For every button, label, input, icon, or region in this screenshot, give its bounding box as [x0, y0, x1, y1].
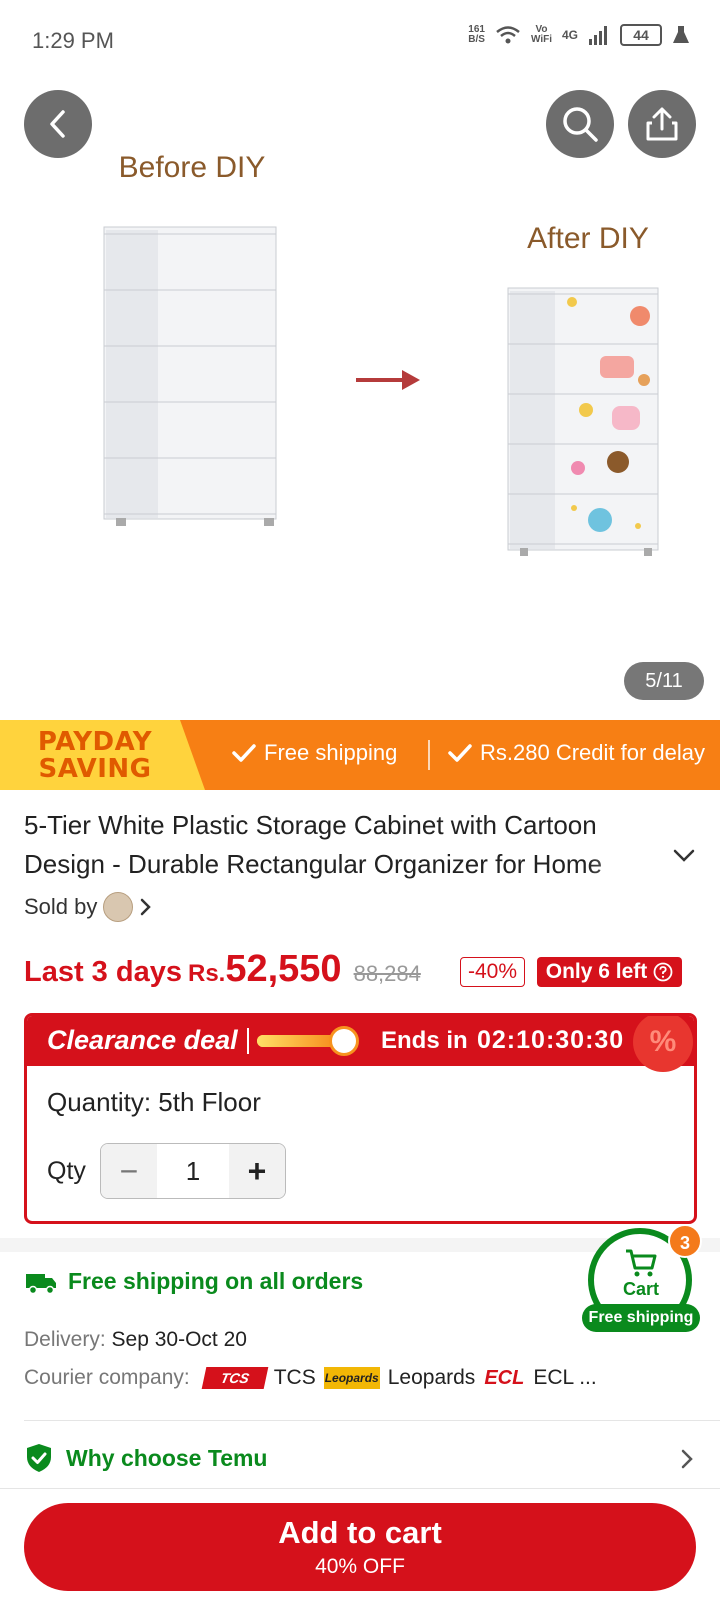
free-shipping-row[interactable]: Free shipping on all orders: [24, 1268, 363, 1295]
promo-free-shipping: Free shipping: [232, 740, 397, 766]
product-title[interactable]: 5-Tier White Plastic Storage Cabinet wit…: [24, 806, 664, 884]
cart-free-shipping-pill: Free shipping: [582, 1304, 700, 1332]
ecl-logo: ECL: [484, 1367, 525, 1389]
truck-icon: [26, 1273, 56, 1294]
product-image-gallery[interactable]: Before DIY After DIY: [0, 80, 720, 720]
floating-cart-button[interactable]: Cart Free shipping 3: [582, 1224, 702, 1338]
payday-saving-title: PAYDAY SAVING: [37, 727, 153, 784]
share-icon: [646, 107, 678, 141]
status-time: 1:29 PM: [32, 28, 114, 53]
price-prefix: Last 3 days: [24, 956, 182, 988]
search-button[interactable]: [546, 90, 614, 158]
deal-progress-fill: [257, 1035, 338, 1047]
deal-countdown: 02:10:30:30: [477, 1026, 625, 1054]
promo-banner[interactable]: PAYDAY SAVING Free shipping Rs.280 Credi…: [0, 720, 720, 790]
promo-credit: Rs.280 Credit for delay: [448, 740, 705, 766]
delivery-row: Delivery: Sep 30-Oct 20: [24, 1328, 247, 1351]
cart-count-badge: 3: [668, 1224, 702, 1258]
price-currency: Rs.: [187, 960, 226, 987]
check-icon: [448, 744, 472, 762]
leopards-logo: Leopards: [323, 1367, 380, 1389]
percent-icon: %: [633, 1016, 693, 1072]
divider: [0, 1488, 720, 1489]
discount-badge: -40%: [460, 957, 525, 987]
search-icon: [563, 107, 598, 142]
clock-icon: [329, 1026, 359, 1056]
clearance-deal-header: Clearance deal Ends in 02:10:30:30 %: [27, 1016, 694, 1072]
shield-check-icon: [27, 1444, 51, 1472]
chevron-down-icon[interactable]: [672, 848, 696, 864]
status-bar: 1:29 PM 161 B/S Vo WiFi 4G 44: [0, 0, 720, 80]
add-to-cart-button[interactable]: Add to cart 40% OFF: [24, 1503, 696, 1591]
tcs-logo: TCS: [201, 1367, 269, 1389]
share-button[interactable]: [628, 90, 696, 158]
cabinet-after: [507, 287, 659, 556]
signal-icon: [589, 26, 607, 45]
deal-divider: [247, 1028, 249, 1054]
network-type: 4G: [561, 28, 578, 42]
before-diy-label: Before DIY: [119, 151, 266, 184]
question-icon: [653, 962, 673, 982]
wifi-icon: [496, 26, 520, 44]
store-avatar[interactable]: [103, 892, 134, 922]
back-icon: [50, 110, 65, 138]
vowifi-indicator: Vo WiFi: [530, 24, 552, 45]
back-button[interactable]: [24, 90, 92, 158]
status-icons: 161 B/S Vo WiFi 4G 44: [468, 24, 690, 46]
add-to-cart-label: Add to cart: [278, 1515, 442, 1550]
original-price: 88,284: [353, 961, 421, 986]
courier-name: TCS: [273, 1366, 316, 1389]
courier-row[interactable]: Courier company: TCS TCS Leopards Leopar…: [24, 1366, 597, 1390]
courier-name: ECL ...: [533, 1366, 597, 1389]
chevron-right-icon: [141, 898, 152, 916]
courier-name: Leopards: [387, 1366, 476, 1389]
increase-qty-button[interactable]: +: [229, 1144, 285, 1198]
current-price: 52,550: [225, 948, 342, 990]
divider: [24, 1420, 720, 1421]
why-choose-temu-row[interactable]: Why choose Temu: [24, 1438, 696, 1478]
sold-by-row[interactable]: Sold by: [24, 892, 153, 922]
net-speed: 161 B/S: [468, 24, 485, 45]
clearance-deal-box: Clearance deal Ends in 02:10:30:30 % Qua…: [24, 1013, 697, 1224]
cart-label: Cart: [622, 1279, 659, 1299]
after-diy-label: After DIY: [527, 222, 649, 255]
check-icon: [232, 744, 256, 762]
cart-icon: [626, 1249, 657, 1277]
lab-icon: [673, 26, 689, 43]
cabinet-before: [103, 226, 277, 526]
product-image: Before DIY After DIY: [103, 151, 659, 556]
qty-value[interactable]: 1: [157, 1144, 229, 1198]
stock-badge[interactable]: Only 6 left: [537, 957, 682, 987]
decrease-qty-button[interactable]: −: [101, 1144, 157, 1198]
clearance-deal-title: Clearance deal: [47, 1025, 238, 1055]
quantity-variant-label: Quantity: 5th Floor: [47, 1087, 261, 1117]
add-to-cart-discount: 40% OFF: [315, 1555, 405, 1578]
arrow-right: [356, 370, 420, 390]
promo-separator: [428, 740, 430, 770]
price-row: Last 3 days Rs. 52,550 88,284: [24, 948, 421, 991]
battery-icon: 44: [620, 24, 662, 46]
image-page-counter: 5/11: [624, 662, 704, 700]
qty-label: Qty: [47, 1157, 86, 1185]
deal-ends-label: Ends in: [381, 1027, 468, 1054]
quantity-stepper[interactable]: − 1 +: [100, 1143, 286, 1199]
chevron-right-icon[interactable]: [680, 1448, 694, 1470]
